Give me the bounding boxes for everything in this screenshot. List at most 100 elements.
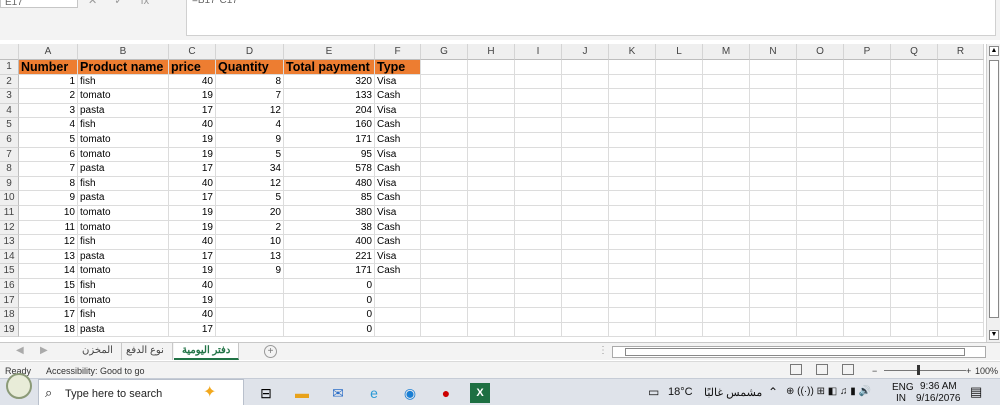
table-cell[interactable] <box>797 103 844 119</box>
edge-icon[interactable]: ◉ <box>400 383 420 403</box>
table-cell[interactable] <box>468 249 515 265</box>
row-header[interactable]: 2 <box>0 74 19 90</box>
table-cell[interactable] <box>891 176 938 192</box>
header-cell[interactable] <box>938 60 984 75</box>
row-header[interactable]: 19 <box>0 322 19 338</box>
table-cell[interactable]: fish <box>78 308 169 323</box>
table-cell[interactable] <box>938 206 984 221</box>
table-cell[interactable] <box>844 89 891 104</box>
row-header[interactable]: 10 <box>0 191 19 206</box>
table-cell[interactable] <box>938 89 984 104</box>
table-cell[interactable] <box>703 308 750 323</box>
table-cell[interactable] <box>562 220 609 236</box>
table-cell[interactable] <box>375 293 421 309</box>
table-cell[interactable] <box>421 103 468 119</box>
table-cell[interactable] <box>515 89 562 104</box>
table-cell[interactable] <box>750 235 797 250</box>
table-cell[interactable]: 19 <box>169 206 216 221</box>
table-cell[interactable] <box>844 322 891 338</box>
table-cell[interactable] <box>609 133 656 148</box>
row-header[interactable]: 8 <box>0 162 19 177</box>
page-layout-icon[interactable] <box>816 364 828 375</box>
enter-icon[interactable]: ✓ <box>114 0 123 7</box>
table-cell[interactable] <box>468 89 515 104</box>
table-cell[interactable]: 204 <box>284 103 375 119</box>
row-header[interactable]: 16 <box>0 279 19 294</box>
table-cell[interactable]: fish <box>78 74 169 90</box>
table-cell[interactable] <box>656 74 703 90</box>
column-header-R[interactable]: R <box>938 44 984 60</box>
table-cell[interactable] <box>515 264 562 279</box>
table-cell[interactable]: 17 <box>169 322 216 338</box>
column-header-M[interactable]: M <box>703 44 750 60</box>
table-cell[interactable]: 17 <box>169 191 216 206</box>
row-header[interactable]: 14 <box>0 249 19 265</box>
table-cell[interactable]: 221 <box>284 249 375 265</box>
table-cell[interactable] <box>468 206 515 221</box>
table-cell[interactable]: pasta <box>78 322 169 338</box>
table-cell[interactable] <box>703 279 750 294</box>
next-sheet-icon[interactable]: ▶ <box>40 345 48 356</box>
table-cell[interactable] <box>609 162 656 177</box>
table-cell[interactable] <box>562 249 609 265</box>
table-cell[interactable]: 19 <box>169 89 216 104</box>
table-cell[interactable] <box>797 220 844 236</box>
table-cell[interactable] <box>844 133 891 148</box>
fx-icon[interactable]: fx <box>141 0 150 7</box>
page-break-icon[interactable] <box>842 364 854 375</box>
header-cell[interactable] <box>562 60 609 75</box>
table-cell[interactable]: 9 <box>216 264 284 279</box>
start-button[interactable] <box>0 373 38 405</box>
horizontal-scrollbar[interactable] <box>612 346 986 358</box>
table-cell[interactable] <box>938 147 984 163</box>
table-cell[interactable] <box>844 235 891 250</box>
table-cell[interactable] <box>562 162 609 177</box>
table-cell[interactable] <box>844 191 891 206</box>
table-cell[interactable] <box>938 176 984 192</box>
table-cell[interactable] <box>938 191 984 206</box>
table-cell[interactable]: tomato <box>78 220 169 236</box>
table-cell[interactable] <box>703 293 750 309</box>
table-cell[interactable] <box>750 133 797 148</box>
table-cell[interactable]: 12 <box>216 176 284 192</box>
table-cell[interactable] <box>468 147 515 163</box>
row-header[interactable]: 13 <box>0 235 19 250</box>
table-cell[interactable] <box>750 103 797 119</box>
table-cell[interactable] <box>703 162 750 177</box>
header-cell[interactable]: Product name <box>78 60 169 75</box>
table-cell[interactable] <box>750 162 797 177</box>
mail-icon[interactable]: ✉ <box>328 383 348 403</box>
table-cell[interactable]: 380 <box>284 206 375 221</box>
header-cell[interactable]: Total payment <box>284 60 375 75</box>
header-cell[interactable] <box>844 60 891 75</box>
table-cell[interactable]: 40 <box>169 235 216 250</box>
row-header[interactable]: 5 <box>0 118 19 133</box>
table-cell[interactable]: 5 <box>216 191 284 206</box>
table-cell[interactable]: Visa <box>375 147 421 163</box>
table-cell[interactable]: pasta <box>78 249 169 265</box>
table-cell[interactable] <box>750 147 797 163</box>
prev-sheet-icon[interactable]: ◀ <box>16 345 24 356</box>
table-cell[interactable] <box>938 249 984 265</box>
table-cell[interactable] <box>938 74 984 90</box>
row-header[interactable]: 18 <box>0 308 19 323</box>
table-cell[interactable]: fish <box>78 118 169 133</box>
table-cell[interactable]: 13 <box>19 249 78 265</box>
table-cell[interactable]: tomato <box>78 133 169 148</box>
table-cell[interactable] <box>656 279 703 294</box>
table-cell[interactable]: 16 <box>19 293 78 309</box>
table-cell[interactable] <box>515 103 562 119</box>
table-cell[interactable]: 171 <box>284 133 375 148</box>
table-cell[interactable] <box>844 264 891 279</box>
table-cell[interactable] <box>891 249 938 265</box>
table-cell[interactable] <box>216 293 284 309</box>
table-cell[interactable] <box>468 176 515 192</box>
table-cell[interactable] <box>750 220 797 236</box>
table-cell[interactable] <box>421 308 468 323</box>
scroll-down-icon[interactable]: ▼ <box>989 330 999 340</box>
table-cell[interactable] <box>797 118 844 133</box>
table-cell[interactable] <box>216 308 284 323</box>
table-cell[interactable]: pasta <box>78 162 169 177</box>
header-cell[interactable]: Quantity <box>216 60 284 75</box>
zoom-level[interactable]: 100% <box>975 366 998 376</box>
